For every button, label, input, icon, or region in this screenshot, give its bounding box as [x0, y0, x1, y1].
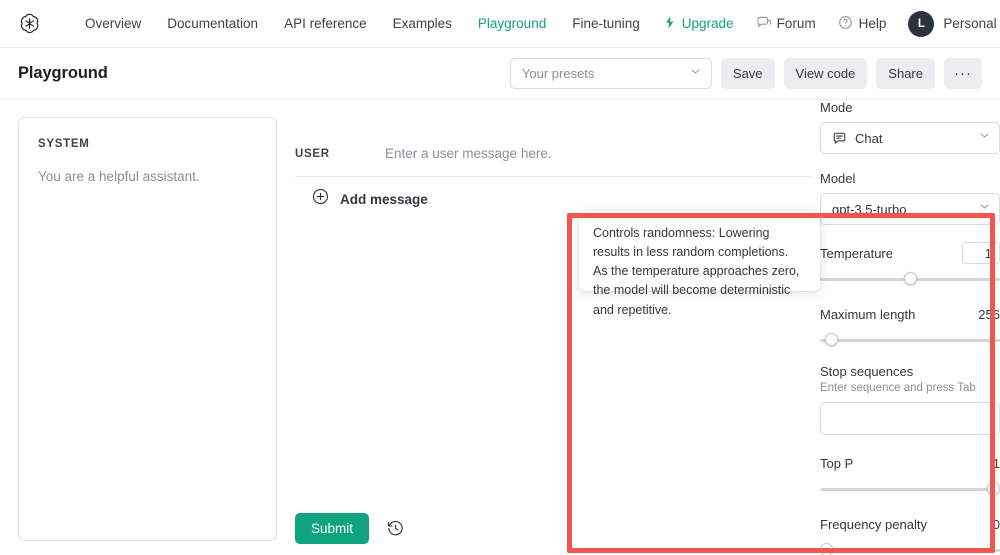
plus-circle-icon	[312, 188, 329, 210]
avatar: L	[908, 10, 935, 37]
view-code-button[interactable]: View code	[783, 58, 868, 89]
param-frequency-penalty: Frequency penalty 0	[820, 513, 1000, 555]
upgrade-button[interactable]: Upgrade	[653, 15, 745, 32]
page-title: Playground	[18, 64, 108, 82]
nav-right-group: Upgrade Forum Help L Personal	[653, 10, 997, 37]
nav-link-playground[interactable]: Playground	[465, 0, 559, 48]
message-divider	[295, 176, 811, 177]
temperature-tooltip: Controls randomness: Lowering results in…	[579, 211, 820, 317]
chevron-down-icon	[978, 129, 991, 147]
help-link[interactable]: Help	[827, 15, 898, 33]
question-circle-icon	[838, 15, 853, 33]
param-maximum-length: Maximum length 256	[820, 303, 1000, 347]
header-toolbar: Your presets Save View code Share ···	[509, 58, 982, 89]
mode-select[interactable]: Chat	[820, 122, 1000, 154]
system-message-panel[interactable]: SYSTEM You are a helpful assistant.	[18, 117, 277, 541]
forum-link[interactable]: Forum	[745, 15, 827, 33]
sparkle-icon	[664, 15, 676, 32]
nav-link-documentation[interactable]: Documentation	[154, 0, 271, 48]
user-message-row[interactable]: USER Enter a user message here.	[295, 131, 811, 176]
mode-value: Chat	[855, 130, 883, 146]
maximum-length-label: Maximum length	[820, 306, 916, 322]
slider-thumb[interactable]	[820, 543, 833, 555]
top-p-label: Top P	[820, 455, 854, 471]
submit-row: Submit	[295, 513, 405, 544]
param-temperature: Temperature 1	[820, 242, 1000, 286]
chat-mode-icon	[832, 131, 847, 146]
chevron-down-icon	[978, 200, 991, 218]
nav-link-examples[interactable]: Examples	[380, 0, 465, 48]
stop-sequences-label: Stop sequences	[820, 364, 914, 379]
parameters-sidebar: Mode Chat Model gpt-3.5-turbo Temperatur…	[820, 100, 1000, 555]
slider-thumb[interactable]	[903, 272, 917, 285]
slider-track	[820, 339, 1000, 342]
stop-sequences-input[interactable]	[820, 402, 1000, 435]
primary-nav-links: Overview Documentation API reference Exa…	[72, 0, 653, 48]
user-role-label: USER	[295, 147, 330, 160]
history-clock-icon[interactable]	[386, 519, 405, 538]
temperature-slider[interactable]	[820, 272, 1000, 286]
top-p-slider[interactable]	[820, 482, 1000, 496]
param-top-p: Top P 1	[820, 452, 1000, 496]
playground-header: Playground Your presets Save View code S…	[0, 48, 1000, 100]
account-menu[interactable]: L Personal	[897, 10, 997, 37]
mode-label: Mode	[820, 100, 853, 115]
user-message-input[interactable]: Enter a user message here.	[385, 146, 552, 161]
frequency-penalty-slider[interactable]	[820, 543, 1000, 555]
nav-link-overview[interactable]: Overview	[72, 0, 154, 48]
presets-dropdown[interactable]: Your presets	[509, 58, 712, 89]
top-p-value: 1	[992, 455, 1000, 471]
system-label: SYSTEM	[38, 138, 90, 150]
temperature-value-input[interactable]: 1	[962, 242, 1000, 264]
more-options-button[interactable]: ···	[944, 58, 982, 89]
playground-page: Overview Documentation API reference Exa…	[0, 0, 1000, 555]
slider-thumb[interactable]	[987, 482, 1000, 495]
share-button[interactable]: Share	[876, 58, 935, 89]
stop-sequences-block: Stop sequences Enter sequence and press …	[820, 364, 1000, 435]
model-label: Model	[820, 171, 856, 186]
submit-button[interactable]: Submit	[295, 513, 370, 544]
top-navigation-bar: Overview Documentation API reference Exa…	[0, 0, 1000, 48]
upgrade-label: Upgrade	[681, 16, 734, 31]
model-value: gpt-3.5-turbo	[832, 201, 907, 217]
presets-placeholder: Your presets	[521, 66, 595, 81]
slider-track	[820, 549, 1000, 552]
add-message-button[interactable]: Add message	[312, 188, 428, 210]
model-select[interactable]: gpt-3.5-turbo	[820, 193, 1000, 225]
slider-thumb[interactable]	[825, 333, 838, 346]
chat-bubble-icon	[756, 15, 771, 33]
maximum-length-slider[interactable]	[820, 333, 1000, 347]
frequency-penalty-value: 0	[992, 516, 1000, 532]
system-input-placeholder[interactable]: You are a helpful assistant.	[38, 167, 257, 187]
model-block: Model gpt-3.5-turbo	[820, 171, 1000, 225]
nav-link-api-reference[interactable]: API reference	[271, 0, 380, 48]
tooltip-text: Controls randomness: Lowering results in…	[593, 226, 800, 317]
chevron-down-icon	[689, 65, 702, 83]
stop-sequences-hint: Enter sequence and press Tab	[820, 382, 976, 394]
add-message-label: Add message	[340, 191, 428, 207]
account-label: Personal	[943, 16, 997, 31]
help-label: Help	[858, 16, 887, 31]
temperature-label: Temperature	[820, 245, 893, 261]
nav-link-fine-tuning[interactable]: Fine-tuning	[559, 0, 653, 48]
maximum-length-value: 256	[978, 306, 1000, 322]
save-button[interactable]: Save	[720, 58, 775, 89]
openai-logo-icon[interactable]	[17, 11, 42, 37]
frequency-penalty-label: Frequency penalty	[820, 516, 927, 532]
mode-block: Mode Chat	[820, 100, 1000, 154]
slider-track	[820, 488, 1000, 491]
forum-label: Forum	[776, 16, 816, 31]
